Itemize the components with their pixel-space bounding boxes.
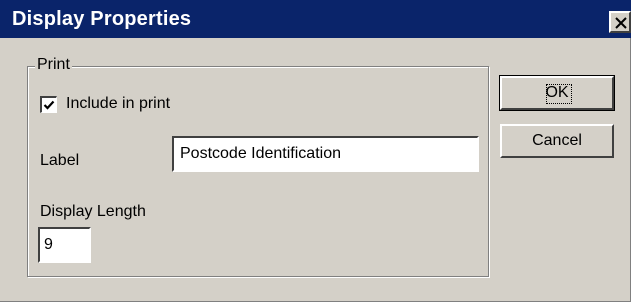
checkmark-icon bbox=[43, 100, 55, 110]
display-length-label: Display Length bbox=[40, 203, 146, 220]
dialog-title: Display Properties bbox=[12, 8, 192, 30]
display-properties-dialog: Display Properties Print Include in prin… bbox=[0, 0, 631, 302]
include-in-print-checkbox[interactable] bbox=[40, 96, 57, 113]
print-group-label: Print bbox=[35, 56, 72, 74]
label-input[interactable] bbox=[172, 136, 479, 172]
cancel-button-label: Cancel bbox=[532, 132, 582, 149]
close-button[interactable] bbox=[609, 11, 631, 33]
label-field-label: Label bbox=[40, 152, 80, 169]
display-length-input[interactable] bbox=[38, 227, 91, 263]
focus-rectangle bbox=[546, 84, 572, 104]
include-in-print-label[interactable]: Include in print bbox=[66, 95, 170, 113]
close-icon bbox=[615, 17, 627, 29]
title-bar[interactable]: Display Properties bbox=[0, 0, 631, 38]
ok-button[interactable]: OK bbox=[499, 75, 615, 111]
cancel-button[interactable]: Cancel bbox=[500, 124, 614, 158]
